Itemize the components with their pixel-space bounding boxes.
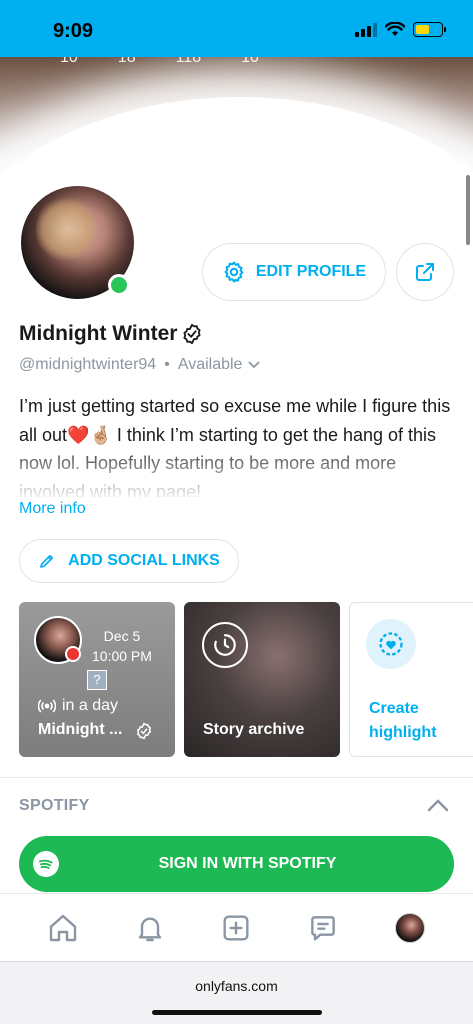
highlight-story-card[interactable]: Dec 5 10:00 PM ? in a day Midnight ...: [19, 602, 175, 757]
status-icons: [355, 22, 446, 37]
nav-avatar: [394, 912, 425, 943]
chat-icon: [311, 915, 335, 941]
story-title: Midnight ...: [38, 721, 123, 738]
url-label[interactable]: onlyfans.com: [0, 978, 473, 994]
cover-stats: 10 18 118 10: [60, 57, 259, 67]
nav-create[interactable]: [212, 904, 260, 952]
archive-clock-icon: [202, 622, 248, 668]
share-button[interactable]: [396, 243, 454, 301]
battery-icon: [413, 22, 446, 37]
profile-name: Midnight Winter: [19, 322, 203, 346]
live-badge-icon: [65, 646, 81, 662]
home-icon: [50, 914, 77, 941]
story-time: 10:00 PM: [92, 648, 152, 664]
story-date: Dec 5: [103, 628, 141, 644]
bio-fade: [0, 452, 473, 502]
photos-count: 10: [60, 57, 78, 66]
status-bar: 9:09: [0, 0, 473, 57]
story-when-label: in a day: [62, 697, 119, 714]
availability-dropdown[interactable]: Available: [178, 356, 261, 374]
broadcast-icon: [38, 699, 56, 713]
add-social-links-button[interactable]: ADD SOCIAL LINKS: [19, 539, 239, 583]
fans-count: 10: [241, 57, 259, 66]
videos-count: 18: [117, 57, 136, 66]
pencil-icon: [40, 554, 54, 568]
spotify-heading: SPOTIFY: [19, 797, 90, 814]
share-icon: [416, 263, 434, 281]
story-placeholder-icon: ?: [87, 670, 107, 690]
create-highlight-card[interactable]: Create highlight: [349, 602, 473, 757]
create-label-line1: Create: [369, 700, 419, 717]
profile-name-text: Midnight Winter: [19, 322, 178, 345]
create-highlight-label: Create highlight: [369, 697, 437, 745]
status-time: 9:09: [53, 20, 94, 42]
bell-icon: [138, 917, 162, 941]
browser-bar: onlyfans.com: [0, 961, 473, 1024]
scrollbar[interactable]: [466, 175, 470, 245]
nav-profile[interactable]: [386, 904, 434, 952]
nav-notifications[interactable]: [126, 904, 174, 952]
edit-profile-label: EDIT PROFILE: [255, 263, 367, 280]
create-label-line2: highlight: [369, 724, 437, 741]
plus-square-icon: [223, 914, 250, 941]
more-info-link[interactable]: More info: [19, 500, 86, 518]
nav-messages[interactable]: [299, 904, 347, 952]
online-status-dot: [108, 274, 130, 296]
separator-dot: •: [164, 356, 170, 373]
heart-plus-icon: [366, 619, 416, 669]
spotify-icon: [33, 851, 59, 877]
gear-icon: [224, 261, 244, 283]
spotify-button-label: SIGN IN WITH SPOTIFY: [158, 855, 337, 872]
wifi-icon: [385, 22, 405, 36]
verified-check-icon: [136, 722, 152, 740]
verified-badge-icon: [183, 323, 201, 345]
avatar-hair: [36, 194, 96, 264]
chevron-up-icon[interactable]: [427, 798, 449, 812]
cellular-signal-icon: [355, 22, 377, 37]
add-social-links-label: ADD SOCIAL LINKS: [68, 552, 220, 569]
story-datetime: Dec 5 10:00 PM: [92, 626, 152, 666]
edit-profile-button[interactable]: EDIT PROFILE: [202, 243, 386, 301]
bottom-nav: [0, 893, 473, 961]
availability-label: Available: [177, 356, 243, 373]
story-archive-card[interactable]: Story archive: [184, 602, 340, 757]
profile-handle: @midnightwinter94: [19, 356, 157, 373]
story-archive-label: Story archive: [203, 721, 305, 738]
likes-count: 118: [175, 57, 202, 66]
section-divider: [0, 777, 473, 778]
handle-row: @midnightwinter94 • Available: [19, 356, 261, 374]
nav-home[interactable]: [39, 904, 87, 952]
home-indicator[interactable]: [152, 1010, 322, 1015]
story-when: in a day: [38, 697, 118, 715]
battery-level: [416, 25, 430, 34]
chevron-down-icon: [248, 361, 261, 369]
sign-in-spotify-button[interactable]: SIGN IN WITH SPOTIFY: [19, 836, 454, 892]
